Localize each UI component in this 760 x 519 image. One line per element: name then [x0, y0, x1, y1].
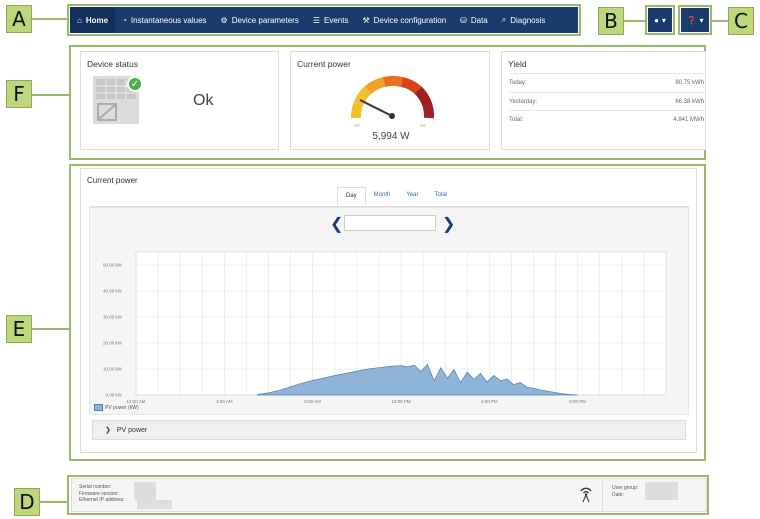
yield-row-today: Today: 80.75 kWh — [509, 73, 704, 92]
callout-f: F — [6, 80, 32, 108]
yield-row-yesterday: Yesterday: 66.38 kWh — [509, 92, 704, 111]
tab-year[interactable]: Year — [398, 187, 426, 205]
ethernet-ip-value — [137, 500, 172, 509]
nav-item-label: Device configuration — [373, 15, 447, 25]
tab-day[interactable]: Day — [337, 187, 366, 205]
y-tick-label: 10.00 kW — [103, 367, 123, 372]
current-power-value: 5,994 W — [372, 131, 410, 142]
period-tabs: Day Month Year Total — [337, 187, 455, 205]
nav-item-label: Events — [324, 15, 349, 25]
nav-item-label: Instantaneous values — [130, 15, 207, 25]
x-tick-label: 4:00 PM — [481, 399, 498, 404]
callout-e: E — [6, 315, 32, 343]
tab-month[interactable]: Month — [366, 187, 399, 205]
x-tick-label: 4:00 AM — [216, 399, 233, 404]
connector-b — [624, 20, 646, 22]
status-ok-icon: ✓ — [127, 76, 143, 92]
connector-d — [40, 501, 68, 503]
main-nav: ⌂ Home ◔ Instantaneous values ⚙ Device parame… — [70, 7, 578, 33]
footer: Serial number: Firmware version: Etherne… — [71, 478, 707, 512]
nav-item-label: Diagnosis — [510, 15, 546, 25]
search-icon: ⌕ — [501, 15, 507, 24]
x-tick-label: 12:00 PM — [391, 399, 411, 404]
ethernet-ip-label: Ethernet IP address: — [79, 497, 125, 503]
nav-item-diagnosis[interactable]: ⌕ Diagnosis — [495, 7, 553, 33]
firmware-version-value — [134, 491, 156, 500]
connector-e — [32, 328, 69, 330]
nav-item-device-parameters[interactable]: ⚙ Device parameters — [214, 7, 306, 33]
y-tick-label: 40.00 kW — [103, 289, 123, 294]
y-tick-label: 0.00 kW — [105, 393, 122, 398]
callout-c: C — [728, 7, 754, 35]
device-status-value: Ok — [193, 92, 214, 109]
pv-power-collapse-label: PV power — [116, 426, 148, 434]
x-tick-label: 8:00 PM — [569, 399, 586, 404]
nav-item-data[interactable]: ⛁ Data — [453, 7, 495, 33]
database-icon: ⛁ — [460, 15, 467, 25]
serial-number-value — [134, 482, 156, 491]
callout-a: A — [6, 5, 32, 33]
connector-f — [32, 94, 69, 96]
footer-session-info: User group: Date: — [612, 485, 638, 498]
wifi-signal-icon — [578, 485, 594, 505]
gear-icon: ⚙ — [220, 15, 228, 25]
chart-panel: Current power Day Month Year Total ❮ ❯ 0.00… — [80, 168, 697, 453]
chart-legend: PV power (kW) — [94, 404, 139, 411]
current-power-title: Current power — [297, 59, 351, 69]
yield-row-total: Total: 4.841 MWh — [509, 110, 704, 129]
home-icon: ⌂ — [77, 15, 82, 25]
wrench-icon: ⚒ — [362, 15, 370, 25]
list-icon: ☰ — [312, 15, 321, 25]
help-menu-button[interactable]: ❓ ▾ — [681, 8, 709, 32]
user-group-label: User group: — [612, 485, 639, 491]
legend-label: PV power (kW) — [105, 404, 139, 411]
user-group-value — [645, 482, 678, 500]
device-status-title: Device status — [87, 59, 139, 69]
y-tick-label: 30.00 kW — [103, 315, 123, 320]
device-status-card: Device status ✓ Ok — [80, 51, 279, 150]
pv-power-collapse[interactable]: ❯ PV power — [92, 420, 686, 440]
connector-c — [712, 20, 728, 22]
connector-a — [32, 18, 68, 20]
yield-title: Yield — [508, 59, 527, 69]
footer-divider — [602, 481, 603, 511]
user-icon: ● — [654, 15, 659, 25]
tab-total[interactable]: Total — [426, 187, 455, 205]
x-tick-label: 8:00 AM — [304, 399, 321, 404]
help-icon: ❓ — [686, 15, 697, 25]
y-tick-label: 50.00 kW — [103, 263, 123, 268]
nav-item-device-configuration[interactable]: ⚒ Device configuration — [355, 7, 453, 33]
chart-area: ❮ ❯ 0.00 kW 10.00 kW 20.00 kW 30.00 kW 40.00… — [89, 207, 689, 415]
user-menu-button[interactable]: ● ▾ — [648, 8, 672, 32]
current-power-card: Current power 5,994 W — [290, 51, 490, 150]
callout-b: B — [598, 7, 624, 35]
chart-panel-title: Current power — [87, 176, 138, 185]
gauge-icon: ◔ — [122, 15, 127, 25]
nav-item-home[interactable]: ⌂ Home — [70, 7, 116, 33]
nav-item-label: Home — [85, 15, 109, 25]
nav-item-instantaneous-values[interactable]: ◔ Instantaneous values — [115, 7, 213, 33]
power-chart: 0.00 kW 10.00 kW 20.00 kW 30.00 kW 40.00 kW 5… — [103, 251, 667, 404]
date-label: Date: — [612, 491, 624, 498]
nav-item-events[interactable]: ☰ Events — [306, 7, 356, 33]
power-gauge — [351, 75, 435, 127]
callout-d: D — [14, 488, 40, 516]
nav-item-label: Data — [470, 15, 488, 25]
chevron-right-icon: ❯ — [105, 427, 111, 434]
nav-item-label: Device parameters — [231, 15, 299, 25]
yield-card: Yield Today: 80.75 kWh Yesterday: 66.38 kW… — [501, 51, 706, 150]
legend-swatch — [94, 404, 103, 411]
y-tick-label: 20.00 kW — [103, 341, 123, 346]
footer-device-info: Serial number: Firmware version: Etherne… — [79, 484, 125, 504]
